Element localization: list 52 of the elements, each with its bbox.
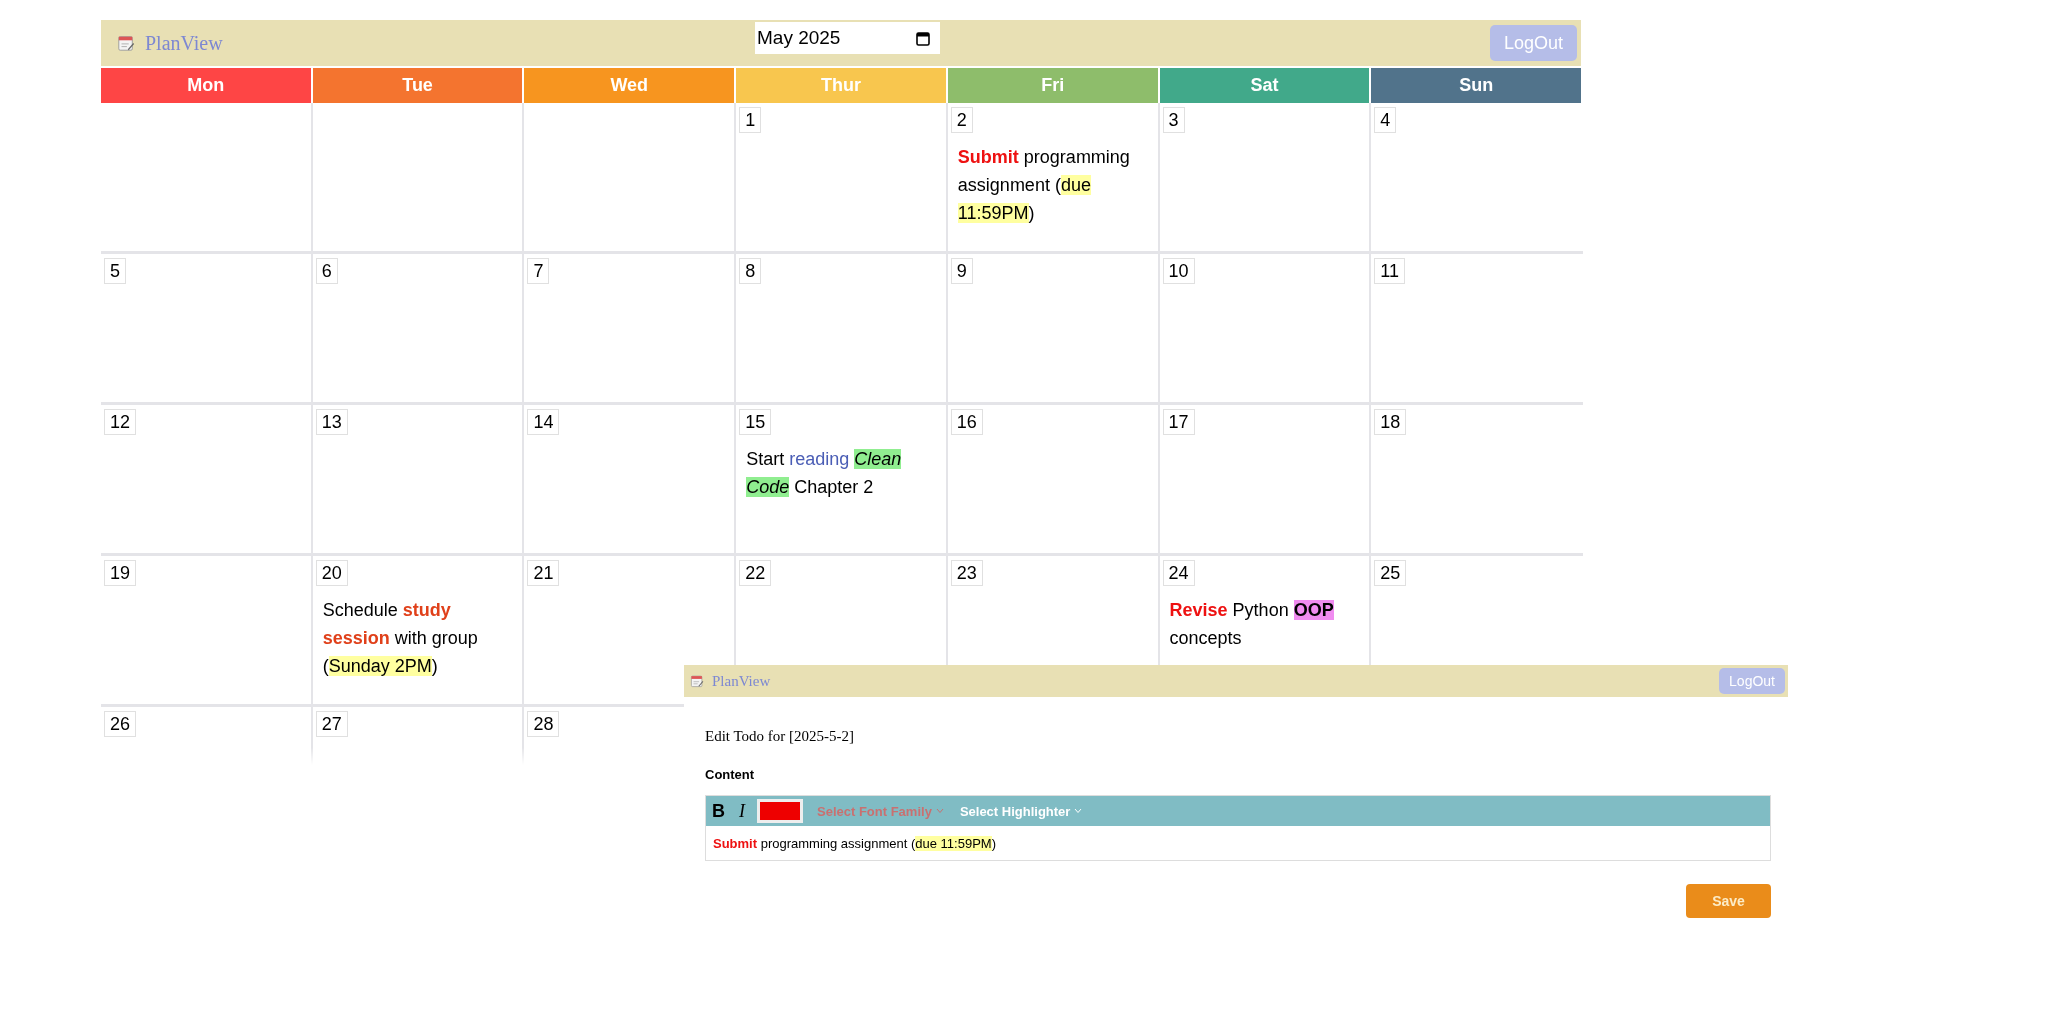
app-name: PlanView bbox=[712, 672, 771, 690]
weekday-header: Sat bbox=[1159, 68, 1370, 103]
day-number[interactable]: 28 bbox=[527, 711, 560, 737]
day-number[interactable]: 27 bbox=[315, 711, 348, 737]
day-number[interactable]: 23 bbox=[950, 560, 983, 586]
day-number[interactable]: 5 bbox=[104, 258, 126, 284]
day-number[interactable]: 3 bbox=[1162, 107, 1185, 133]
day-number[interactable]: 22 bbox=[739, 560, 772, 586]
bold-button[interactable]: B bbox=[710, 800, 727, 822]
day-number[interactable]: 7 bbox=[527, 258, 550, 284]
day-number[interactable]: 9 bbox=[950, 258, 973, 284]
day-number[interactable]: 13 bbox=[315, 409, 348, 435]
color-swatch[interactable] bbox=[757, 799, 803, 823]
weekday-header: Sun bbox=[1371, 68, 1581, 103]
caret-icon bbox=[1074, 808, 1083, 814]
todo-text[interactable]: Schedule study session with group (Sunday 2PM) bbox=[322, 596, 513, 680]
content-label: Content bbox=[705, 767, 755, 782]
notepad-icon bbox=[117, 34, 135, 52]
day-number[interactable]: 8 bbox=[739, 258, 762, 284]
day-number[interactable]: 14 bbox=[527, 409, 560, 435]
calendar-icon[interactable] bbox=[916, 30, 930, 46]
day-number[interactable]: 21 bbox=[527, 560, 560, 586]
notepad-icon bbox=[690, 674, 704, 688]
content-text[interactable]: Submit programming assignment (due 11:59PM) bbox=[713, 835, 996, 851]
day-number[interactable]: 15 bbox=[739, 409, 772, 435]
day-number[interactable]: 1 bbox=[739, 107, 762, 133]
day-number[interactable]: 2 bbox=[950, 107, 973, 133]
day-number[interactable]: 16 bbox=[950, 409, 983, 435]
italic-button[interactable]: I bbox=[735, 800, 749, 822]
day-number[interactable]: 17 bbox=[1162, 409, 1195, 435]
weekday-header: Wed bbox=[524, 68, 735, 103]
weekday-header: Tue bbox=[312, 68, 523, 103]
todo-text[interactable]: Revise Python OOP concepts bbox=[1169, 596, 1360, 652]
weekday-header: Fri bbox=[947, 68, 1158, 103]
day-number[interactable]: 10 bbox=[1162, 258, 1195, 284]
caret-icon bbox=[935, 808, 944, 814]
day-number[interactable]: 25 bbox=[1374, 560, 1407, 586]
day-number[interactable]: 18 bbox=[1374, 409, 1407, 435]
month-field[interactable]: May 2025 bbox=[755, 22, 940, 54]
weekday-header: Mon bbox=[101, 68, 311, 103]
day-number[interactable]: 19 bbox=[104, 560, 137, 586]
app-name: PlanView bbox=[145, 31, 223, 55]
edit-heading: Edit Todo for [2025-5-2] bbox=[705, 727, 856, 745]
day-number[interactable]: 24 bbox=[1162, 560, 1195, 586]
weekday-header: Thur bbox=[736, 68, 946, 103]
day-number[interactable]: 6 bbox=[315, 258, 338, 284]
day-number[interactable]: 26 bbox=[104, 711, 137, 737]
day-number[interactable]: 20 bbox=[315, 560, 348, 586]
day-number[interactable]: 12 bbox=[104, 409, 137, 435]
todo-text[interactable]: Submit programming assignment (due 11:59PM) bbox=[957, 143, 1148, 227]
day-number[interactable]: 11 bbox=[1374, 258, 1405, 284]
day-number[interactable]: 4 bbox=[1374, 107, 1397, 133]
